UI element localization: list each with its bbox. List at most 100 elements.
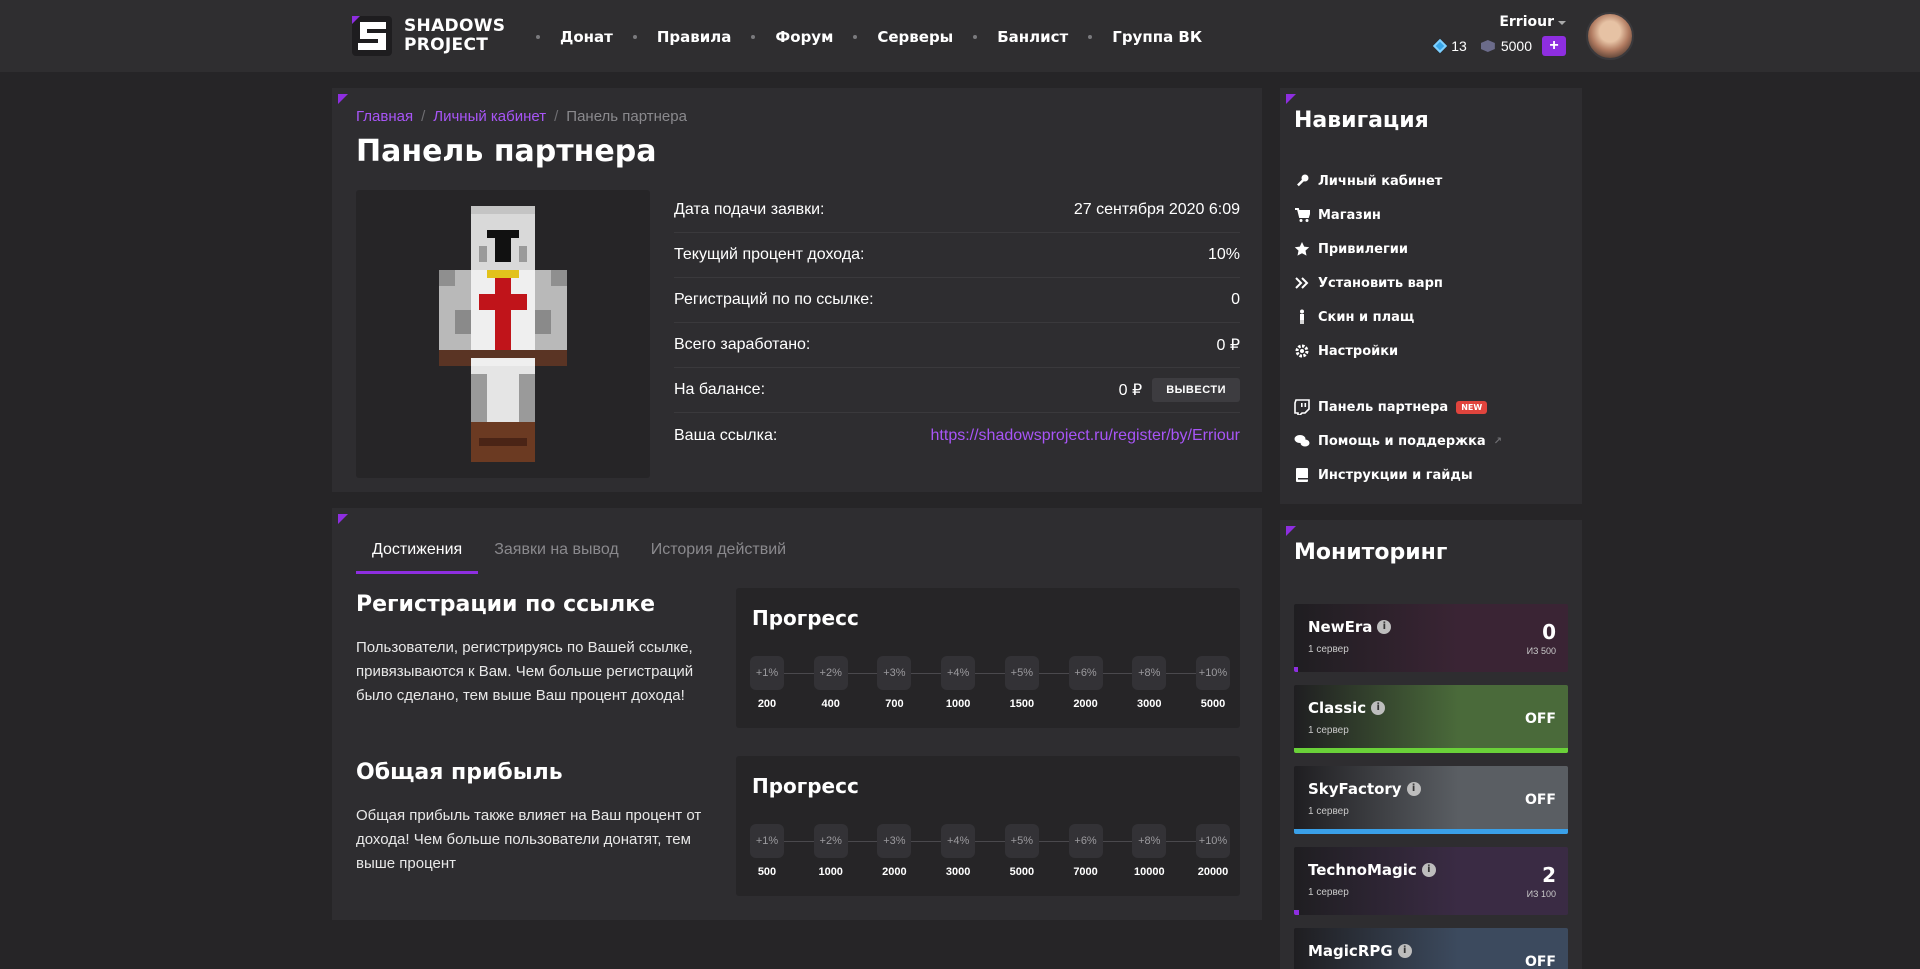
user-balances: 13 5000 + (1433, 36, 1566, 56)
server-capacity: ИЗ 500 (1526, 646, 1556, 656)
section-title: Регистрации по ссылке (356, 592, 656, 617)
info-label: Дата подачи заявки: (674, 201, 825, 218)
info-icon[interactable]: i (1421, 863, 1436, 877)
info-icon[interactable]: i (1371, 701, 1386, 715)
balance-value-group: 0 ₽ ВЫВЕСТИ (1119, 378, 1240, 402)
server-name: MagicRPG (1308, 942, 1393, 960)
sidebar-item-warp[interactable]: Установить варп (1294, 266, 1443, 300)
info-row-balance: На балансе: 0 ₽ ВЫВЕСТИ (674, 368, 1240, 413)
sidebar-item-settings[interactable]: Настройки (1294, 334, 1443, 368)
nav-rules[interactable]: Правила (647, 28, 742, 46)
info-row-link: Ваша ссылка: https://shadowsproject.ru/r… (674, 413, 1240, 458)
nav-dot (853, 35, 858, 39)
server-load-bar (1294, 829, 1568, 834)
server-name: NewEra (1308, 618, 1373, 636)
section-text: Общая прибыль также влияет на Ваш процен… (356, 807, 702, 872)
nav-dot (632, 35, 637, 39)
server-card[interactable]: TechnoMagic i 1 сервер 2 ИЗ 100 (1294, 847, 1568, 915)
referral-link[interactable]: https://shadowsproject.ru/register/by/Er… (931, 427, 1240, 445)
server-status: OFF (1524, 711, 1556, 727)
username: Erriour (1499, 14, 1554, 30)
info-label: На балансе: (674, 381, 766, 398)
step-percent: +4% (941, 824, 976, 858)
progress-step: +1% 200 (750, 656, 784, 710)
step-percent: +1% (750, 824, 784, 858)
nav-forum[interactable]: Форум (765, 28, 843, 46)
sidebar-item-support[interactable]: Помощь и поддержка ↗ (1294, 424, 1502, 458)
info-label: Текущий процент дохода: (674, 246, 865, 263)
step-percent: +10% (1196, 656, 1230, 690)
section-title: Общая прибыль (356, 760, 563, 785)
progress-steps: +1% 500 +2% 1000 +3% 2000 +4% 3000 +5% 5000 +6% 700… (750, 824, 1230, 884)
sidebar-item-label: Установить варп (1318, 275, 1443, 291)
progress-step: +2% 400 (813, 656, 848, 710)
sidebar-item-label: Панель партнера (1318, 399, 1449, 415)
server-name-wrap: Classic i (1308, 699, 1386, 717)
tabs: Достижения Заявки на вывод История дейст… (356, 528, 802, 574)
step-threshold: 10000 (1133, 866, 1165, 878)
sidebar-item-label: Настройки (1318, 343, 1399, 359)
chat-icon (1294, 435, 1310, 447)
server-name-wrap: TechnoMagic i (1308, 861, 1436, 879)
step-threshold: 400 (821, 698, 840, 710)
tab-action-history[interactable]: История действий (635, 528, 802, 574)
coin-cube-icon (1480, 40, 1495, 52)
server-load-bar (1294, 667, 1299, 672)
nav-servers[interactable]: Серверы (867, 28, 963, 46)
sidebar-item-label: Магазин (1318, 207, 1381, 223)
sidebar-item-shop[interactable]: Магазин (1294, 198, 1443, 232)
info-icon[interactable]: i (1406, 782, 1421, 796)
progress-steps: +1% 200 +2% 400 +3% 700 +4% 1000 +5% 1500 +6% 2000 +… (750, 656, 1230, 716)
info-value: 0 (1231, 291, 1240, 308)
server-card[interactable]: Classic i 1 сервер OFF (1294, 685, 1568, 753)
corner-accent (338, 94, 348, 104)
progress-step: +6% 7000 (1068, 824, 1103, 878)
step-percent: +10% (1196, 824, 1230, 858)
step-threshold: 1000 (945, 698, 971, 710)
sidebar-item-cabinet[interactable]: Личный кабинет (1294, 164, 1443, 198)
breadcrumb-sep: / (421, 108, 426, 125)
tab-achievements[interactable]: Достижения (356, 528, 479, 574)
info-label: Ваша ссылка: (674, 426, 778, 444)
nav-donate[interactable]: Донат (550, 28, 623, 46)
step-threshold: 3000 (1137, 698, 1162, 710)
server-card[interactable]: MagicRPG i OFF (1294, 928, 1568, 969)
info-value: 10% (1207, 246, 1240, 263)
server-card[interactable]: NewEra i 1 сервер 0 ИЗ 500 (1294, 604, 1568, 672)
withdraw-button[interactable]: ВЫВЕСТИ (1152, 378, 1240, 402)
server-name: SkyFactory (1308, 780, 1402, 798)
external-link-icon: ↗ (1493, 435, 1503, 447)
nav-dot (973, 35, 978, 39)
sidebar-item-skin[interactable]: Скин и плащ (1294, 300, 1443, 334)
nav-banlist[interactable]: Банлист (987, 28, 1078, 46)
tab-withdraw-requests[interactable]: Заявки на вывод (478, 528, 635, 574)
breadcrumb-home[interactable]: Главная (356, 108, 413, 125)
logo-text: SHADOWS PROJECT (404, 16, 506, 55)
nav-dot (1088, 35, 1093, 39)
sidebar-item-privileges[interactable]: Привилегии (1294, 232, 1443, 266)
caret-down-icon (1558, 21, 1566, 25)
info-icon[interactable]: i (1377, 620, 1392, 634)
progress-step: +8% 10000 (1132, 824, 1167, 878)
topup-button[interactable]: + (1542, 36, 1566, 56)
star-icon (1294, 242, 1310, 256)
server-card[interactable]: SkyFactory i 1 сервер OFF (1294, 766, 1568, 834)
server-name-wrap: MagicRPG i (1308, 942, 1412, 960)
twitch-icon (1294, 399, 1310, 415)
site-logo[interactable]: SHADOWS PROJECT (352, 14, 512, 58)
sidebar-item-label: Помощь и поддержка (1318, 433, 1486, 449)
username-dropdown[interactable]: Erriour (1435, 14, 1566, 30)
coin-count: 5000 (1500, 38, 1532, 54)
logo-mark-icon (352, 16, 392, 56)
nav-vk-group[interactable]: Группа ВК (1102, 28, 1212, 46)
info-icon[interactable]: i (1397, 944, 1412, 958)
sidebar-item-guides[interactable]: Инструкции и гайды (1294, 458, 1502, 492)
sidebar-item-partner[interactable]: Панель партнера NEW (1294, 390, 1502, 424)
avatar[interactable] (1586, 12, 1634, 60)
person-icon (1300, 309, 1304, 324)
progress-title: Прогресс (752, 774, 859, 798)
breadcrumb-sep: / (554, 108, 559, 125)
progress-box-registrations: Прогресс +1% 200 +2% 400 +3% 700 +4% 1000 +5% 150… (736, 588, 1240, 728)
progress-title: Прогресс (752, 606, 859, 630)
breadcrumb-cabinet[interactable]: Личный кабинет (433, 108, 546, 125)
